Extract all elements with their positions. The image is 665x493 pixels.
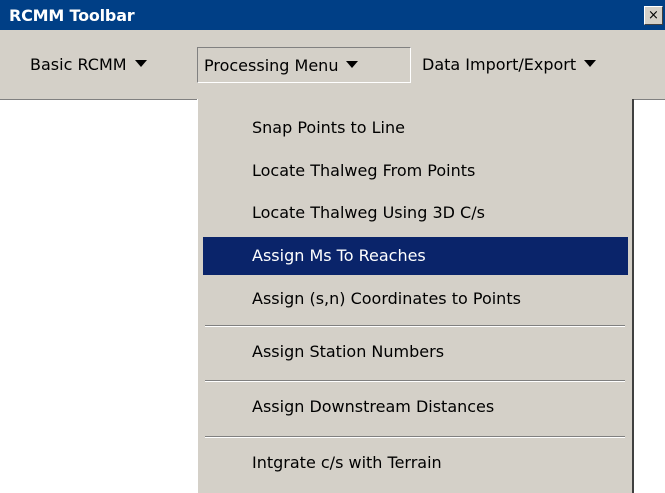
menu-item-locate-thalweg-using-3d-cs[interactable]: Locate Thalweg Using 3D C/s xyxy=(203,194,628,232)
menu-item-assign-station-numbers[interactable]: Assign Station Numbers xyxy=(203,333,628,371)
menu-item-label: Assign (s,n) Coordinates to Points xyxy=(252,289,521,308)
menu-item-locate-thalweg-from-points[interactable]: Locate Thalweg From Points xyxy=(203,152,628,190)
chevron-down-icon xyxy=(346,61,359,68)
menu-separator xyxy=(205,325,625,327)
menu-item-snap-points-to-line[interactable]: Snap Points to Line xyxy=(203,109,628,147)
menu-item-label: Locate Thalweg Using 3D C/s xyxy=(252,203,485,222)
window-title: RCMM Toolbar xyxy=(9,6,135,25)
menu-data-import-export[interactable]: Data Import/Export xyxy=(422,47,597,83)
menu-basic-rcmm-label: Basic RCMM xyxy=(30,55,127,74)
close-button[interactable]: × xyxy=(644,6,663,25)
chevron-down-icon xyxy=(584,60,597,67)
menu-item-label: Locate Thalweg From Points xyxy=(252,161,476,180)
menu-item-assign-sn-coordinates[interactable]: Assign (s,n) Coordinates to Points xyxy=(203,280,628,318)
toolbar-menubar: Basic RCMM Processing Menu Data Import/E… xyxy=(0,30,665,100)
menu-item-label: Snap Points to Line xyxy=(252,118,405,137)
menu-separator xyxy=(205,436,625,438)
menu-item-label: Assign Station Numbers xyxy=(252,342,445,361)
menu-item-integrate-cs-with-terrain[interactable]: Intgrate c/s with Terrain xyxy=(203,444,628,482)
menu-item-label: Assign Downstream Distances xyxy=(252,397,495,416)
close-icon: × xyxy=(648,8,659,23)
menu-item-assign-downstream-distances[interactable]: Assign Downstream Distances xyxy=(203,388,628,426)
menu-processing[interactable]: Processing Menu xyxy=(197,47,411,83)
menu-separator xyxy=(205,380,625,382)
title-bar: RCMM Toolbar × xyxy=(0,0,665,30)
menu-item-label: Assign Ms To Reaches xyxy=(252,246,426,265)
menu-processing-label: Processing Menu xyxy=(204,56,339,75)
menu-basic-rcmm[interactable]: Basic RCMM xyxy=(30,47,147,83)
menu-item-assign-ms-to-reaches[interactable]: Assign Ms To Reaches xyxy=(203,237,628,275)
menu-item-label: Intgrate c/s with Terrain xyxy=(252,453,442,472)
chevron-down-icon xyxy=(134,60,147,67)
menu-data-import-export-label: Data Import/Export xyxy=(422,55,577,74)
processing-dropdown-menu: Snap Points to Line Locate Thalweg From … xyxy=(197,99,634,493)
